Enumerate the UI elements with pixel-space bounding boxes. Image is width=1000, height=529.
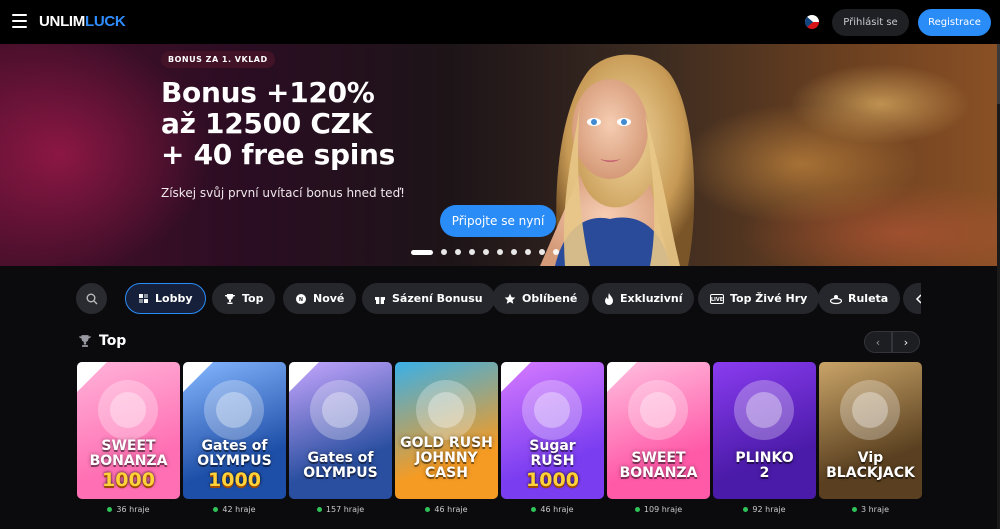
players-count: 46 hraje (501, 505, 604, 514)
hero-banner[interactable]: BONUS ZA 1. VKLAD Bonus +120% až 12500 C… (0, 44, 997, 266)
hero-title: Bonus +120% až 12500 CZK + 40 free spins (161, 76, 396, 171)
category-filter-bar: Lobby Top N Nové Sázení Bonusu Oblíbené … (76, 283, 921, 314)
game-title: Gates of OLYMPUS (197, 438, 272, 469)
game-title: GOLD RUSH JOHNNY CASH (400, 435, 493, 481)
game-title: Vip BLACKJACK (826, 450, 915, 481)
gift-icon (375, 296, 385, 304)
game-card[interactable]: Gates of OLYMPUS 1000 (183, 362, 286, 499)
game-card[interactable]: Vip BLACKJACK (819, 362, 922, 499)
online-dot-icon (213, 507, 219, 512)
filter-chip-more[interactable] (903, 283, 921, 314)
filter-chip-top[interactable]: Top (212, 283, 276, 314)
svg-text:LIVE: LIVE (711, 297, 724, 303)
online-dot-icon (634, 507, 640, 512)
search-icon (86, 293, 97, 304)
game-title: PLINKO 2 (735, 450, 794, 481)
online-dot-icon (531, 507, 537, 512)
lobby-icon (139, 294, 148, 303)
drops-wins-badge (607, 362, 637, 392)
star-icon (504, 293, 516, 304)
filter-chip-new[interactable]: N Nové (283, 283, 357, 314)
online-dot-icon (425, 507, 431, 512)
filter-chip-favorites[interactable]: Oblíbené (492, 283, 590, 314)
game-title: Sugar RUSH (529, 438, 576, 469)
carousel-dot[interactable] (411, 249, 433, 255)
carousel-dot[interactable] (483, 249, 489, 255)
hero-subtitle: Získej svůj první uvítací bonus hned teď… (161, 186, 405, 200)
game-title: SWEET BONANZA (89, 438, 168, 469)
section-title-top: Top (78, 333, 126, 349)
drops-wins-badge (77, 362, 107, 392)
players-count: 109 hraje (607, 505, 710, 514)
drops-wins-badge (289, 362, 319, 392)
carousel-nav: ‹ › (864, 331, 921, 353)
game-grid: SWEET BONANZA 1000 36 hraje Gates of OLYMPUS 1… (77, 362, 922, 522)
online-dot-icon (107, 507, 113, 512)
search-button[interactable] (76, 283, 107, 314)
filter-chip-exclusive[interactable]: Exkluzivní (592, 283, 695, 314)
next-button[interactable]: › (892, 331, 920, 353)
hero-badge: BONUS ZA 1. VKLAD (161, 51, 275, 68)
players-count: 42 hraje (183, 505, 286, 514)
roulette-icon (830, 294, 842, 304)
game-title-number: 1000 (208, 469, 261, 491)
czech-flag-icon[interactable] (805, 15, 819, 29)
game-title: SWEET BONANZA (619, 450, 698, 481)
filter-chip-bonus-bet[interactable]: Sázení Bonusu (362, 283, 495, 314)
carousel-dot[interactable] (553, 249, 559, 255)
game-title: Gates of OLYMPUS (303, 450, 378, 481)
filter-chip-top-live[interactable]: LIVE Top Živé Hry (698, 283, 820, 314)
game-title-number: 1000 (526, 469, 579, 491)
players-count: 36 hraje (77, 505, 180, 514)
live-icon: LIVE (710, 293, 724, 304)
game-card[interactable]: PLINKO 2 (713, 362, 816, 499)
game-card[interactable]: SWEET BONANZA 1000 (77, 362, 180, 499)
carousel-dot[interactable] (469, 249, 475, 255)
trophy-icon (225, 293, 235, 304)
flame-icon (605, 292, 613, 305)
carousel-dots (411, 249, 559, 255)
online-dot-icon (851, 507, 857, 512)
prev-button[interactable]: ‹ (864, 331, 892, 353)
svg-text:N: N (299, 297, 303, 303)
new-icon: N (296, 293, 306, 304)
trophy-icon (79, 335, 91, 347)
carousel-dot[interactable] (539, 249, 545, 255)
filter-chip-roulette[interactable]: Ruleta (818, 283, 901, 314)
filter-chip-lobby[interactable]: Lobby (125, 283, 206, 314)
carousel-dot[interactable] (441, 249, 447, 255)
players-count: 92 hraje (713, 505, 816, 514)
register-button[interactable]: Registrace (918, 9, 991, 36)
site-logo[interactable]: UNLIMLUCK (39, 13, 126, 30)
players-count: 46 hraje (395, 505, 498, 514)
carousel-dot[interactable] (455, 249, 461, 255)
players-count: 157 hraje (289, 505, 392, 514)
carousel-dot[interactable] (511, 249, 517, 255)
drops-wins-badge (501, 362, 531, 392)
join-now-button[interactable]: Připojte se nyní (440, 205, 556, 237)
game-card[interactable]: Sugar RUSH 1000 (501, 362, 604, 499)
game-card[interactable]: SWEET BONANZA (607, 362, 710, 499)
players-count: 3 hraje (819, 505, 922, 514)
chevron-right-icon: › (903, 335, 909, 349)
menu-icon[interactable] (12, 14, 27, 28)
carousel-dot[interactable] (525, 249, 531, 255)
game-card[interactable]: GOLD RUSH JOHNNY CASH (395, 362, 498, 499)
online-dot-icon (743, 507, 749, 512)
game-title-number: 1000 (102, 469, 155, 491)
drops-wins-badge (183, 362, 213, 392)
more-icon (915, 293, 921, 304)
chevron-left-icon: ‹ (875, 335, 881, 349)
login-button[interactable]: Přihlásit se (832, 9, 909, 36)
top-header: UNLIMLUCK Přihlásit se Registrace (0, 0, 1000, 44)
game-card[interactable]: Gates of OLYMPUS (289, 362, 392, 499)
online-dot-icon (316, 507, 322, 512)
carousel-dot[interactable] (497, 249, 503, 255)
